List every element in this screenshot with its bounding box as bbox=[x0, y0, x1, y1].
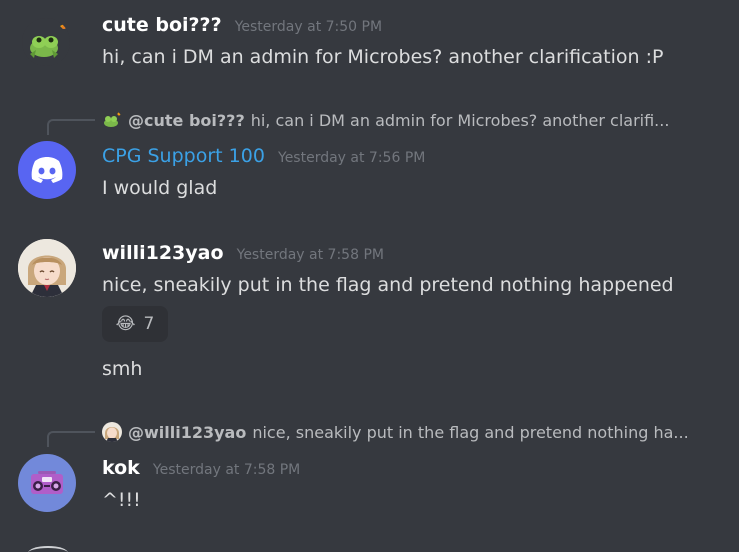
reply-reference[interactable]: @willi123yao nice, sneakily put in the fl… bbox=[102, 422, 722, 442]
frog-icon[interactable] bbox=[22, 18, 70, 66]
username[interactable]: cute boi??? bbox=[102, 14, 222, 36]
frog-icon bbox=[102, 110, 122, 130]
timestamp: Yesterday at 7:56 PM bbox=[278, 150, 426, 166]
anime-avatar-icon[interactable] bbox=[18, 239, 76, 297]
boombox-icon[interactable] bbox=[18, 454, 76, 512]
message-header: cute boi??? Yesterday at 7:50 PM bbox=[102, 14, 382, 36]
discord-logo-icon[interactable] bbox=[18, 141, 76, 199]
message-header: kok Yesterday at 7:58 PM bbox=[102, 457, 300, 479]
reply-preview: hi, can i DM an admin for Microbes? anot… bbox=[250, 111, 670, 130]
message-content: hi, can i DM an admin for Microbes? anot… bbox=[102, 46, 664, 68]
reply-preview: nice, sneakily put in the flag and prete… bbox=[252, 423, 689, 442]
reply-username[interactable]: @willi123yao bbox=[128, 423, 246, 442]
reply-reference[interactable]: @cute boi??? hi, can i DM an admin for Mi… bbox=[102, 110, 722, 130]
chat-message-list: cute boi??? Yesterday at 7:50 PM hi, can… bbox=[0, 0, 739, 552]
message-header: CPG Support 100 Yesterday at 7:56 PM bbox=[102, 145, 425, 167]
message-content: nice, sneakily put in the flag and prete… bbox=[102, 274, 674, 296]
reply-spine bbox=[47, 431, 95, 447]
message-content: I would glad bbox=[102, 177, 218, 199]
next-message-avatar-edge bbox=[28, 546, 68, 552]
reply-spine bbox=[47, 119, 95, 135]
timestamp: Yesterday at 7:58 PM bbox=[236, 247, 384, 263]
message-content: ^!!! bbox=[102, 489, 141, 511]
reaction-count: 7 bbox=[143, 314, 155, 334]
message-header: willi123yao Yesterday at 7:58 PM bbox=[102, 242, 384, 264]
message-content: smh bbox=[102, 358, 143, 380]
laughing-emoji-icon: 😂 bbox=[115, 314, 136, 334]
reply-username[interactable]: @cute boi??? bbox=[128, 111, 245, 130]
reaction-button[interactable]: 😂 7 bbox=[102, 306, 168, 342]
username[interactable]: CPG Support 100 bbox=[102, 145, 265, 167]
username[interactable]: kok bbox=[102, 457, 140, 479]
timestamp: Yesterday at 7:50 PM bbox=[234, 19, 383, 35]
username[interactable]: willi123yao bbox=[102, 242, 224, 264]
anime-avatar-icon bbox=[102, 422, 122, 442]
timestamp: Yesterday at 7:58 PM bbox=[152, 462, 301, 478]
